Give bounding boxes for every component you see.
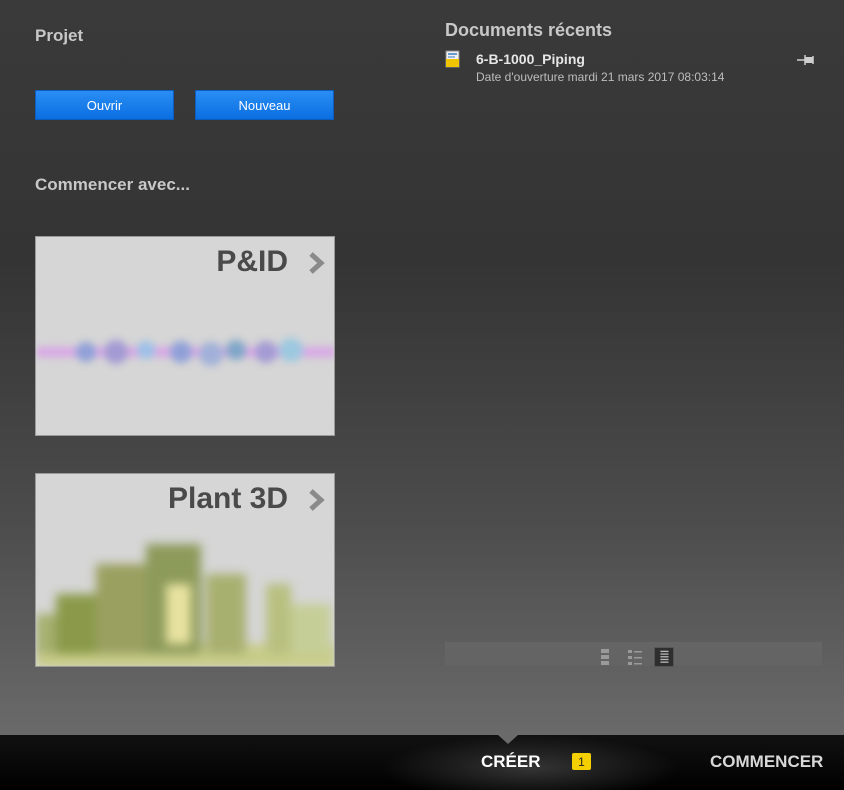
view-mode-bar: [445, 642, 822, 667]
active-tab-indicator: [498, 735, 518, 744]
view-details-icon[interactable]: [625, 647, 645, 667]
pid-tile-label: P&ID: [216, 245, 288, 278]
plant-3d-preview-image: [36, 544, 334, 666]
plant-3d-tile[interactable]: Plant 3D: [35, 473, 335, 667]
tab-create[interactable]: CRÉER: [481, 752, 541, 772]
recent-document-name[interactable]: 6-B-1000_Piping: [476, 51, 585, 67]
plant-3d-tile-label: Plant 3D: [167, 482, 288, 515]
view-list-icon[interactable]: [654, 647, 674, 667]
start-with-title: Commencer avec...: [35, 175, 190, 194]
drawing-file-icon: [445, 50, 460, 68]
open-button[interactable]: Ouvrir: [35, 90, 174, 120]
bottom-tab-bar: CRÉER 1 COMMENCER: [0, 735, 844, 790]
tab-start[interactable]: COMMENCER: [710, 752, 823, 772]
new-button[interactable]: Nouveau: [195, 90, 334, 120]
pin-icon[interactable]: [797, 54, 817, 66]
recent-document-item[interactable]: 6-B-1000_Piping Date d'ouverture mardi 2…: [445, 48, 825, 88]
recent-document-date: Date d'ouverture mardi 21 mars 2017 08:0…: [476, 70, 725, 84]
pid-tile[interactable]: P&ID: [35, 236, 335, 436]
recent-documents-title: Documents récents: [445, 20, 613, 40]
project-section-title: Projet: [35, 26, 84, 45]
notification-badge[interactable]: 1: [572, 753, 591, 770]
chevron-right-icon: [309, 252, 325, 274]
chevron-right-icon: [309, 489, 325, 511]
pid-preview-image: [36, 338, 334, 366]
view-tiles-icon[interactable]: [595, 647, 615, 667]
